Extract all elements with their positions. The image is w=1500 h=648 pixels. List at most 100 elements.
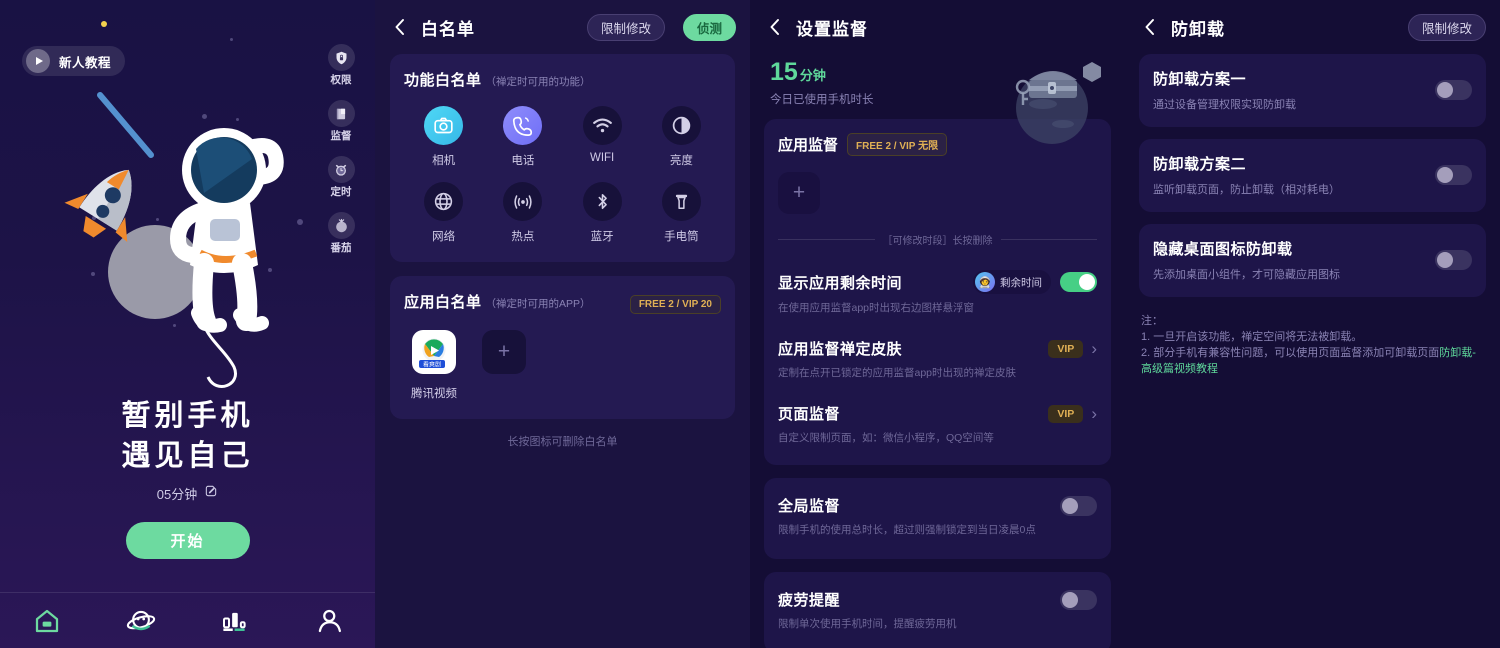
setting-row-remaining-time[interactable]: 显示应用剩余时间 🧑‍🚀 剩余时间 在使用应用监督app时出现右边图样悬浮窗 [778,259,1097,327]
app-whitelist-card: 应用白名单 （禅定时可用的APP） FREE 2 / VIP 20 看爽剧 腾讯… [390,276,735,419]
app-item[interactable]: 看爽剧 腾讯视频 [410,330,458,401]
toggle-remaining-time[interactable] [1060,272,1097,292]
feature-whitelist-card: 功能白名单 （禅定时可用的功能） 相机 电话 WIFI 亮度 网络 热点 蓝牙 … [390,54,735,262]
tab-planet[interactable] [94,593,188,648]
divider-label: ［可修改时段］长按删除 [882,236,993,247]
detect-chip[interactable]: 侦测 [682,13,736,41]
feature-label: WIFI [589,152,615,164]
app-list: 看爽剧 腾讯视频 + [404,330,721,401]
feature-item-wifi[interactable]: WIFI [563,106,642,168]
feature-label: 亮度 [669,155,693,167]
tab-stats[interactable] [188,593,282,648]
vip-badge: VIP [1048,404,1084,423]
screenshot-root: 新人教程 权限 监督 定时 番茄 暂别手机 遇见自己 05分钟 开始 白名单 限… [0,0,1500,648]
app-label: 腾讯视频 [411,388,457,400]
headline: 暂别手机 遇见自己 [0,396,375,476]
note-line-2: 2. 部分手机有兼容性问题，可以使用页面监督添加可卸载页面防卸载-高级篇视频教程 [1141,345,1484,377]
toggle-anti-uninstall-2[interactable] [1435,165,1472,185]
remaining-time-label: 剩余时间 [1000,276,1042,289]
toggle-anti-uninstall-1[interactable] [1435,80,1472,100]
feature-item-phone[interactable]: 电话 [483,106,562,168]
card-desc: 监听卸载页面，防止卸载（相对耗电） [1153,184,1340,196]
usage-unit: 分钟 [799,68,826,83]
chevron-left-icon[interactable] [764,16,786,38]
tab-profile[interactable] [281,593,375,648]
chevron-left-icon[interactable] [1139,16,1161,38]
setting-desc: 限制手机的使用总时长，超过则强制锁定到当日凌晨0点 [778,524,1036,536]
feature-item-bluetooth[interactable]: 蓝牙 [563,182,642,244]
chevron-left-icon[interactable] [389,16,411,38]
setting-title: 应用监督禅定皮肤 [778,341,903,358]
app-card-header: 应用白名单 （禅定时可用的APP） FREE 2 / VIP 20 [404,291,721,314]
usage-value: 15 [770,58,798,86]
card-title: 隐藏桌面图标防卸载 [1153,241,1293,258]
vip-badge: VIP [1048,339,1084,358]
setting-title: 疲劳提醒 [778,592,841,609]
edit-pencil-icon[interactable] [204,484,218,503]
avatar: 🧑‍🚀 [975,272,995,292]
setting-title: 全局监督 [778,498,841,515]
card-title: 防卸载方案一 [1153,71,1247,88]
restrict-modify-chip[interactable]: 限制修改 [586,13,665,41]
hotspot-icon [503,182,543,221]
page-title: 设置监督 [796,19,868,39]
toggle-global-supervision[interactable] [1060,495,1097,516]
app-supervision-title: 应用监督 [778,137,839,154]
anti-uninstall-card-2[interactable]: 防卸载方案二 监听卸载页面，防止卸载（相对耗电） [1139,139,1486,212]
headline-line-2: 遇见自己 [121,440,254,472]
plus-icon[interactable]: + [778,172,820,214]
tab-home[interactable] [0,593,94,648]
bluetooth-icon [582,182,622,221]
astronaut-illustration [0,60,375,390]
page-title: 防卸载 [1171,19,1225,39]
chevron-right-icon[interactable]: › [1091,404,1097,424]
whitelist-hint: 长按图标可删除白名单 [507,436,618,448]
setting-row-global-supervision[interactable]: 全局监督 限制手机的使用总时长，超过则强制锁定到当日凌晨0点 [778,484,1097,549]
globe-icon [424,182,464,221]
global-supervision-card: 全局监督 限制手机的使用总时长，超过则强制锁定到当日凌晨0点 [764,478,1111,559]
feature-item-flashlight[interactable]: 手电筒 [642,182,721,244]
app-supervision-badge: FREE 2 / VIP 无限 [847,133,948,156]
setting-desc: 定制在点开已锁定的应用监督app时出现的禅定皮肤 [778,367,1017,379]
chevron-right-icon[interactable]: › [1091,339,1097,359]
setting-desc: 自定义限制页面，如：微信小程序，QQ空间等 [778,432,994,444]
feature-card-subtitle: （禅定时可用的功能） [485,76,591,88]
feature-grid: 相机 电话 WIFI 亮度 网络 热点 蓝牙 手电筒 [404,106,721,244]
whitelist-nav: 白名单 限制修改 侦测 [375,0,750,54]
anti-uninstall-card-3[interactable]: 隐藏桌面图标防卸载 先添加桌面小组件，才可隐藏应用图标 [1139,224,1486,297]
headline-line-1: 暂别手机 [121,400,254,432]
setting-title: 页面监督 [778,406,841,423]
setting-row-zen-skin[interactable]: 应用监督禅定皮肤 VIP › 定制在点开已锁定的应用监督app时出现的禅定皮肤 [778,327,1097,392]
wifi-icon [582,106,622,145]
anti-uninstall-nav: 防卸载 限制修改 [1125,0,1500,54]
usage-stat: 15 分钟 今日已使用手机时长 [750,54,1125,107]
feature-item-brightness[interactable]: 亮度 [642,106,721,168]
feature-item-hotspot[interactable]: 热点 [483,182,562,244]
anti-uninstall-note: 注： 1. 一旦开启该功能，禅定空间将无法被卸载。 2. 部分手机有兼容性问题，… [1125,309,1500,377]
toggle-anti-uninstall-3[interactable] [1435,250,1472,270]
usage-label: 今日已使用手机时长 [770,94,874,106]
setting-row-page-supervision[interactable]: 页面监督 VIP › 自定义限制页面，如：微信小程序，QQ空间等 [778,392,1097,457]
fatigue-reminder-card: 疲劳提醒 限制单次使用手机时间，提醒疲劳用机 [764,572,1111,648]
duration-value: 05分钟 [156,487,198,502]
feature-item-network[interactable]: 网络 [404,182,483,244]
app-add[interactable]: + [480,330,528,401]
plus-icon[interactable]: + [482,330,526,374]
panel-supervision-settings: 设置监督 15 分钟 今日已使用手机时长 应用监督 FREE 2 / VIP 无… [750,0,1125,648]
tencent-video-icon: 看爽剧 [412,330,456,379]
feature-label: 相机 [432,155,456,167]
setting-row-fatigue-reminder[interactable]: 疲劳提醒 限制单次使用手机时间，提醒疲劳用机 [778,578,1097,643]
page-title: 白名单 [421,19,475,39]
app-card-title: 应用白名单 [404,294,482,311]
note-head: 注： [1141,315,1163,327]
restrict-modify-chip[interactable]: 限制修改 [1407,13,1486,41]
feature-item-camera[interactable]: 相机 [404,106,483,168]
card-title: 防卸载方案二 [1153,156,1247,173]
start-button[interactable]: 开始 [125,522,250,559]
anti-uninstall-card-1[interactable]: 防卸载方案一 通过设备管理权限实现防卸载 [1139,54,1486,127]
app-card-subtitle: （禅定时可用的APP） [485,298,591,310]
panel-home: 新人教程 权限 监督 定时 番茄 暂别手机 遇见自己 05分钟 开始 [0,0,375,648]
duration-row[interactable]: 05分钟 [0,484,375,503]
toggle-fatigue-reminder[interactable] [1060,589,1097,610]
setting-title: 显示应用剩余时间 [778,274,903,292]
